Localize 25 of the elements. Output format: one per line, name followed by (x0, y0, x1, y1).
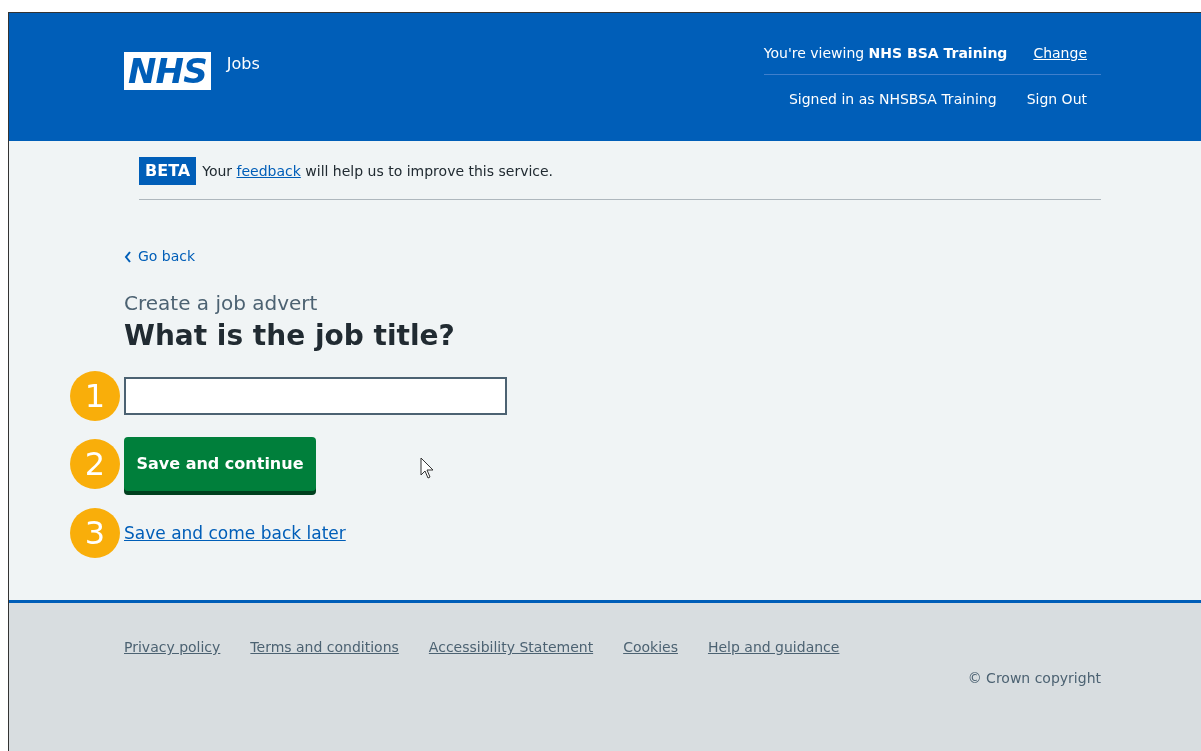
step-marker: 1 (70, 370, 120, 421)
service-name: Jobs (226, 53, 260, 75)
change-link[interactable]: Change (1033, 43, 1087, 64)
beta-tag: BETA (139, 157, 197, 185)
footer-link[interactable]: Accessibility Statement (428, 637, 594, 658)
page-caption: Create a job advert (124, 289, 319, 317)
feedback-link[interactable]: feedback (236, 162, 301, 179)
footer-link[interactable]: Privacy policy (124, 637, 221, 658)
page-heading: What is the job title? (124, 317, 456, 353)
step-marker: 2 (70, 438, 120, 489)
sign-out-link[interactable]: Sign Out (1026, 89, 1087, 110)
chevron-left-icon (124, 250, 132, 263)
back-link[interactable]: Go back (124, 246, 196, 267)
save-and-come-back-later-link[interactable]: Save and come back later (124, 520, 346, 546)
nhs-logo[interactable]: NHS (124, 52, 211, 90)
footer-link[interactable]: Help and guidance (707, 637, 840, 658)
step-marker: 3 (70, 508, 120, 559)
feedback-text: Your feedback will help us to improve this service. (202, 161, 554, 181)
job-title-input[interactable] (124, 376, 507, 415)
mouse-pointer-icon (420, 456, 434, 479)
footer-link[interactable]: Terms and conditions (250, 637, 399, 658)
copyright-text: © Crown copyright (967, 669, 1101, 688)
footer-link[interactable]: Cookies (623, 637, 678, 658)
viewing-org-text: You're viewing NHS BSA Training (763, 44, 1008, 63)
signed-in-text: Signed in as NHSBSA Training (788, 90, 997, 109)
